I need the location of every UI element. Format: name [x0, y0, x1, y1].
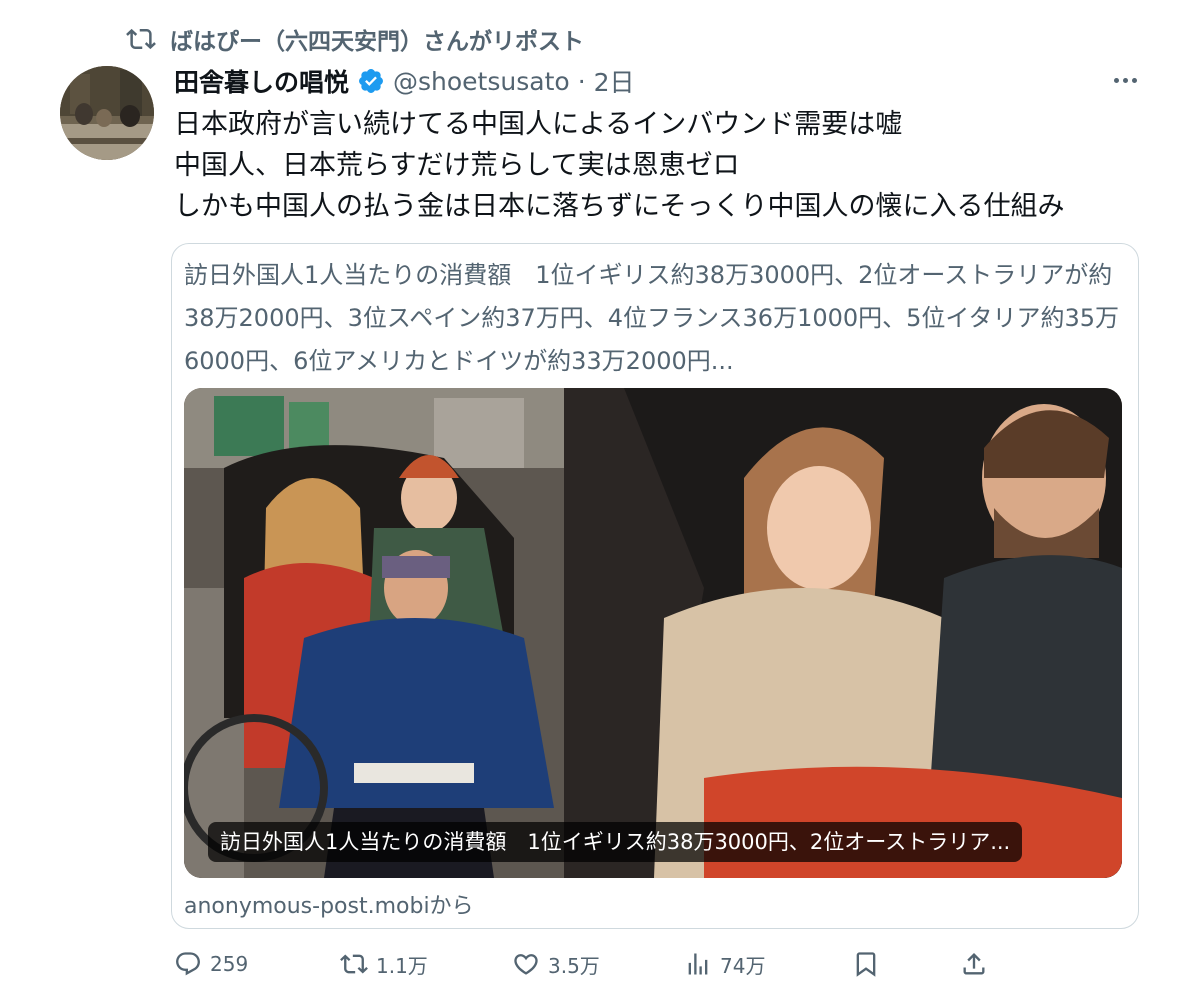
action-bar: 259 1.1万 3.5万 74万	[174, 942, 1004, 986]
card-image[interactable]: 訪日外国人1人当たりの消費額 1位イギリス約38万3000円、2位オーストラリア…	[184, 388, 1122, 878]
reply-button[interactable]: 259	[174, 942, 248, 986]
bookmark-icon	[856, 952, 876, 977]
reply-count: 259	[210, 952, 249, 976]
link-card[interactable]: 訪日外国人1人当たりの消費額 1位イギリス約38万3000円、2位オーストラリア…	[171, 243, 1139, 929]
rickshaw-photo	[184, 388, 1122, 878]
tweet-text-line: しかも中国人の払う金は日本に落ちずにそっくり中国人の懐に入る仕組み	[174, 191, 1065, 222]
card-description: 訪日外国人1人当たりの消費額 1位イギリス約38万3000円、2位オーストラリア…	[184, 261, 1119, 375]
heart-icon	[514, 954, 538, 975]
repost-icon	[126, 28, 156, 50]
more-button[interactable]	[1108, 66, 1142, 94]
more-icon	[1113, 77, 1119, 83]
handle[interactable]: @shoetsusato	[393, 67, 570, 96]
timestamp[interactable]: 2日	[594, 63, 635, 99]
views-button[interactable]: 74万	[684, 942, 765, 986]
verified-badge-icon	[359, 69, 383, 93]
share-icon	[963, 953, 985, 975]
avatar[interactable]	[60, 66, 154, 160]
views-icon	[688, 953, 708, 975]
share-button[interactable]	[960, 942, 988, 986]
repost-button[interactable]: 1.1万	[340, 942, 428, 986]
bookmark-button[interactable]	[852, 942, 880, 986]
tweet-text-line: 中国人、日本荒らすだけ荒らして実は恩恵ゼロ	[174, 150, 740, 181]
avatar-image	[60, 66, 154, 160]
tweet[interactable]: ばはぴー（六四天安門）さんがリポスト 田舎暮しの唱悦 @shoetsusato …	[0, 0, 1200, 1000]
tweet-header: 田舎暮しの唱悦 @shoetsusato · 2日	[174, 62, 635, 100]
repost-context[interactable]: ばはぴー（六四天安門）さんがリポスト	[126, 22, 584, 56]
card-domain[interactable]: anonymous-post.mobiから	[184, 888, 474, 920]
display-name[interactable]: 田舎暮しの唱悦	[174, 63, 349, 99]
repost-count: 1.1万	[376, 953, 428, 978]
reply-icon	[176, 952, 200, 976]
separator-dot: ·	[577, 66, 586, 96]
like-button[interactable]: 3.5万	[512, 942, 600, 986]
tweet-text: 日本政府が言い続けてる中国人によるインバウンド需要は嘘 中国人、日本荒らすだけ荒…	[174, 104, 1154, 227]
tweet-text-line: 日本政府が言い続けてる中国人によるインバウンド需要は嘘	[174, 109, 903, 140]
views-count: 74万	[720, 953, 766, 978]
like-count: 3.5万	[548, 953, 600, 978]
image-caption: 訪日外国人1人当たりの消費額 1位イギリス約38万3000円、2位オーストラリア…	[208, 822, 1023, 862]
repost-label: ばはぴー（六四天安門）さんがリポスト	[170, 29, 584, 55]
repost-icon	[340, 954, 368, 974]
